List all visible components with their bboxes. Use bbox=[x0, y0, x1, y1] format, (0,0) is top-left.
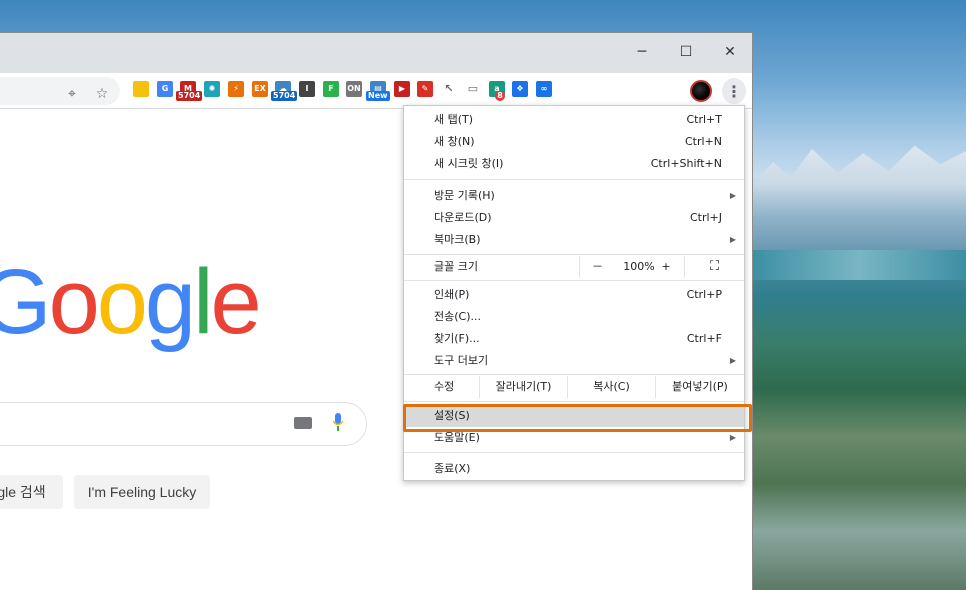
menu-item-shortcut: Ctrl+Shift+N bbox=[650, 157, 722, 170]
google-logo: Google bbox=[0, 250, 262, 355]
menu-item-label: 새 탭(T) bbox=[434, 113, 474, 126]
menu-item-shortcut: Ctrl+T bbox=[686, 113, 722, 126]
menu-item-shortcut: Ctrl+F bbox=[686, 332, 722, 345]
location-icon[interactable]: ⌖ bbox=[64, 86, 80, 102]
desktop-mountains bbox=[752, 145, 966, 250]
zoom-out-button[interactable]: － bbox=[579, 256, 615, 278]
menu-item-label: 찾기(F)... bbox=[434, 332, 480, 345]
ex-extension-icon[interactable]: EX bbox=[252, 81, 268, 97]
new-extension-icon[interactable]: ▤ New bbox=[366, 81, 390, 101]
more-menu-button[interactable]: ⋮ bbox=[722, 78, 746, 104]
menu-item-label: 종료(X) bbox=[434, 462, 471, 475]
submenu-arrow-icon: ▶ bbox=[729, 235, 736, 244]
microphone-icon[interactable] bbox=[333, 413, 343, 431]
profile-avatar[interactable] bbox=[690, 80, 712, 102]
cloud-extension-icon[interactable]: ☁ 5704 bbox=[271, 81, 298, 101]
logo-letter: e bbox=[210, 251, 262, 353]
menu-item-label: 다운로드(D) bbox=[434, 211, 492, 224]
menu-item-shortcut: Ctrl+N bbox=[684, 135, 722, 148]
onenote-extension-icon[interactable]: ON bbox=[346, 81, 362, 97]
menu-item-new-tab[interactable]: 새 탭(T) Ctrl+T bbox=[404, 109, 744, 131]
menu-item-new-window[interactable]: 새 창(N) Ctrl+N bbox=[404, 131, 744, 153]
submenu-arrow-icon: ▶ bbox=[729, 191, 736, 200]
cursor-extension-icon[interactable]: ↖ bbox=[441, 81, 457, 97]
submenu-arrow-icon: ▶ bbox=[729, 356, 736, 365]
menu-divider bbox=[404, 452, 744, 453]
logo-letter: o bbox=[96, 251, 148, 353]
menu-item-label: 새 시크릿 창(I) bbox=[434, 157, 504, 170]
desktop-river bbox=[752, 250, 966, 280]
logo-letter: o bbox=[48, 251, 100, 353]
extension-badge: 5704 bbox=[271, 91, 298, 101]
menu-divider bbox=[404, 254, 744, 255]
menu-item-bookmarks[interactable]: 북마크(B) ▶ bbox=[404, 229, 744, 251]
menu-divider bbox=[404, 374, 744, 375]
translate-extension-icon[interactable]: G bbox=[157, 81, 173, 97]
video-extension-icon[interactable]: ▶ bbox=[394, 81, 410, 97]
zoom-in-button[interactable]: + bbox=[651, 256, 681, 278]
feeling-lucky-button[interactable]: I'm Feeling Lucky bbox=[74, 475, 210, 509]
gmail-extension-icon[interactable]: M 5704 bbox=[176, 81, 203, 101]
extension-badge: 8 bbox=[495, 91, 505, 101]
keyboard-icon[interactable] bbox=[294, 417, 312, 429]
menu-item-find[interactable]: 찾기(F)... Ctrl+F bbox=[404, 328, 744, 350]
flash-extension-icon[interactable]: ⚡ bbox=[228, 81, 244, 97]
menu-divider bbox=[404, 179, 744, 180]
menu-item-cast[interactable]: 전송(C)... bbox=[404, 306, 744, 328]
menu-item-shortcut: Ctrl+J bbox=[689, 211, 722, 224]
fullscreen-icon[interactable]: ⛶ bbox=[684, 256, 744, 278]
menu-divider bbox=[404, 280, 744, 281]
zoom-label: 글꼴 크기 bbox=[434, 260, 478, 273]
pin-extension-icon[interactable]: ✎ bbox=[417, 81, 433, 97]
menu-zoom-row: 글꼴 크기 － 100% + ⛶ bbox=[404, 256, 744, 278]
logo-letter: G bbox=[0, 251, 52, 353]
menu-item-history[interactable]: 방문 기록(H) ▶ bbox=[404, 185, 744, 207]
menu-item-label: 인쇄(P) bbox=[434, 288, 470, 301]
extension-badge: New bbox=[366, 91, 390, 101]
logo-letter: l bbox=[193, 251, 214, 353]
menu-item-print[interactable]: 인쇄(P) Ctrl+P bbox=[404, 284, 744, 306]
cut-button[interactable]: 잘라내기(T) bbox=[479, 376, 567, 398]
menu-edit-row: 수정 잘라내기(T) 복사(C) 붙여넣기(P) bbox=[404, 376, 744, 398]
diamond-extension-icon[interactable]: ❖ bbox=[512, 81, 528, 97]
menu-item-downloads[interactable]: 다운로드(D) Ctrl+J bbox=[404, 207, 744, 229]
star-icon[interactable]: ☆ bbox=[94, 86, 110, 102]
paste-button[interactable]: 붙여넣기(P) bbox=[655, 376, 744, 398]
minimize-button[interactable]: ─ bbox=[620, 39, 664, 65]
menu-item-more-tools[interactable]: 도구 더보기 ▶ bbox=[404, 350, 744, 372]
menu-item-label: 도구 더보기 bbox=[434, 354, 489, 367]
info-extension-icon[interactable]: I bbox=[299, 81, 315, 97]
address-bar[interactable]: ⌖ ☆ bbox=[0, 77, 120, 105]
maximize-button[interactable]: ☐ bbox=[664, 39, 708, 65]
extension-badge: 5704 bbox=[176, 91, 203, 101]
menu-divider bbox=[404, 401, 744, 402]
a-extension-icon[interactable]: a8 bbox=[489, 81, 505, 101]
menu-item-label: 북마크(B) bbox=[434, 233, 481, 246]
logo-letter: g bbox=[144, 251, 196, 353]
feedly-extension-icon[interactable]: F bbox=[323, 81, 339, 97]
search-input[interactable] bbox=[0, 402, 367, 446]
menu-item-label: 전송(C)... bbox=[434, 310, 481, 323]
menu-item-label: 새 창(N) bbox=[434, 135, 475, 148]
close-button[interactable]: ✕ bbox=[708, 39, 752, 65]
title-bar: ─ ☐ ✕ bbox=[0, 33, 752, 73]
menu-item-shortcut: Ctrl+P bbox=[686, 288, 722, 301]
infinity-extension-icon[interactable]: ∞ bbox=[536, 81, 552, 97]
settings-annotation-box bbox=[403, 404, 752, 432]
memo-extension-icon[interactable] bbox=[133, 81, 149, 97]
menu-item-label: 방문 기록(H) bbox=[434, 189, 495, 202]
menu-item-exit[interactable]: 종료(X) bbox=[404, 458, 744, 480]
google-search-button[interactable]: gle 검색 bbox=[0, 475, 63, 509]
image-extension-icon[interactable]: ▭ bbox=[465, 81, 481, 97]
copy-button[interactable]: 복사(C) bbox=[567, 376, 655, 398]
menu-item-incognito[interactable]: 새 시크릿 창(I) Ctrl+Shift+N bbox=[404, 153, 744, 175]
edit-label: 수정 bbox=[434, 380, 455, 393]
browser-toolbar: ⌖ ☆ G M 5704 ✺ ⚡ EX ☁ 5704 I F ON ▤ New ▶ ✎ ↖ ▭ a 8 ❖ ∞ ⋮ bbox=[0, 73, 752, 109]
react-extension-icon[interactable]: ✺ bbox=[204, 81, 220, 97]
